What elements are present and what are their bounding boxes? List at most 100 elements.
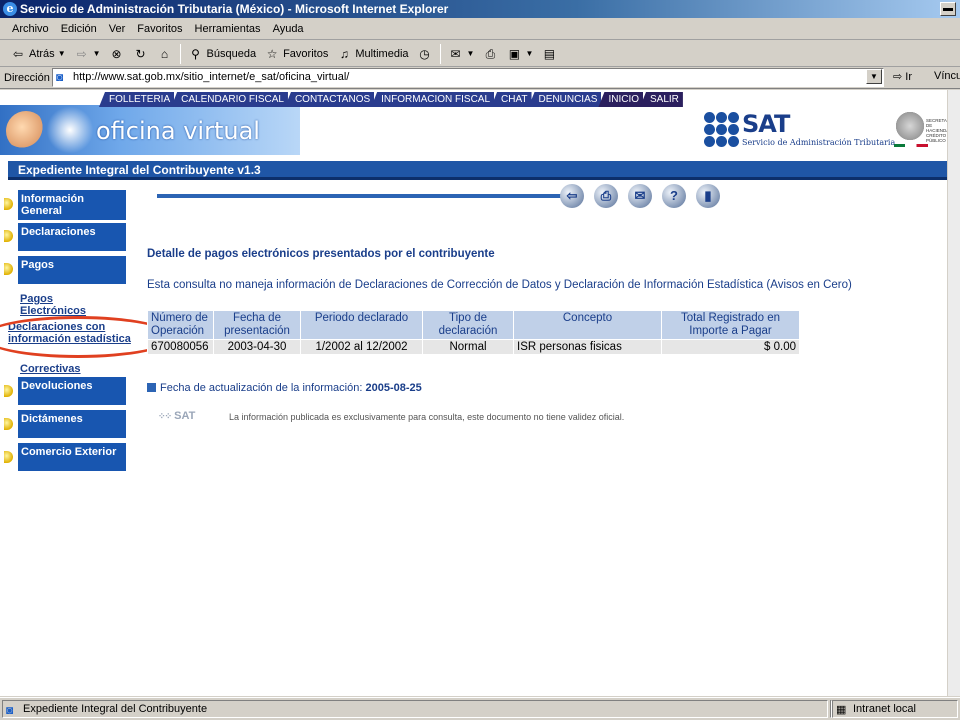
- edit-button[interactable]: ▣ ▼: [502, 46, 537, 62]
- mail-nav-icon[interactable]: ✉: [628, 184, 652, 208]
- page-icon: ◙: [56, 70, 64, 84]
- sat-logo-text: SAT: [742, 110, 790, 138]
- favorites-button[interactable]: ☆ Favoritos: [260, 46, 332, 62]
- table-row: 670080056 2003-04-30 1/2002 al 12/2002 N…: [147, 339, 800, 355]
- cell-tipo: Normal: [422, 339, 514, 355]
- menu-edicion[interactable]: Edición: [55, 23, 103, 35]
- col-tipo-declaracion: Tipo de declaración: [422, 310, 514, 340]
- back-arrow-icon: ⇦: [12, 46, 24, 61]
- link-pagos-electronicos[interactable]: Pagos Electrónicos: [20, 293, 86, 317]
- back-button[interactable]: ⇦ Atrás ▼: [6, 46, 70, 62]
- media-button[interactable]: ♫ Multimedia: [332, 46, 412, 62]
- go-arrow-icon: ⇨: [893, 71, 903, 83]
- home-button[interactable]: ⌂: [153, 46, 177, 62]
- close-button[interactable]: ▬: [940, 2, 956, 16]
- address-input[interactable]: ◙ http://www.sat.gob.mx/sitio_internet/e…: [52, 68, 884, 87]
- ministry-text: SECRETARÍA DE HACIENDA Y CRÉDITO PÚBLICO: [926, 118, 947, 143]
- intranet-icon: ▦: [836, 704, 847, 716]
- bullet-icon: [4, 418, 13, 430]
- col-periodo-declarado: Periodo declarado: [300, 310, 423, 340]
- expediente-header: Expediente Integral del Contribuyente v1…: [8, 161, 947, 180]
- print-button[interactable]: ⎙: [478, 46, 502, 62]
- nav-salir[interactable]: SALIR: [640, 92, 683, 107]
- discuss-icon: ▤: [543, 46, 556, 61]
- cell-fecha: 2003-04-30: [213, 339, 301, 355]
- menu-dictamenes[interactable]: Dictámenes: [18, 410, 126, 438]
- zone-text: Intranet local: [853, 703, 916, 715]
- go-button[interactable]: ⇨ Ir: [893, 70, 912, 83]
- small-sat-logo: ⁘⁘ SAT: [158, 410, 196, 422]
- links-label[interactable]: Víncu: [934, 70, 960, 82]
- menu-informacion-general[interactable]: Información General: [18, 190, 126, 220]
- nav-chat[interactable]: CHAT: [491, 92, 532, 107]
- table-header-row: Número de Operación Fecha de presentació…: [147, 310, 800, 340]
- vertical-scrollbar[interactable]: [947, 90, 960, 696]
- address-url: http://www.sat.gob.mx/sitio_internet/e_s…: [73, 71, 350, 83]
- shcp-seal: SECRETARÍA DE HACIENDA Y CRÉDITO PÚBLICO: [888, 104, 947, 154]
- cell-periodo: 1/2002 al 12/2002: [300, 339, 423, 355]
- back-nav-icon[interactable]: ⇦: [560, 184, 584, 208]
- menu-archivo[interactable]: Archivo: [6, 23, 55, 35]
- toolbar-separator: [439, 43, 441, 64]
- cell-numero-operacion: 670080056: [147, 339, 214, 355]
- col-total-importe: Total Registrado en Importe a Pagar: [661, 310, 800, 340]
- status-text: Expediente Integral del Contribuyente: [23, 703, 208, 715]
- page-icon: ◙: [6, 703, 14, 717]
- eagle-seal-icon: [892, 108, 928, 144]
- menu-favoritos[interactable]: Favoritos: [131, 23, 188, 35]
- disclaimer-text: La información publicada es exclusivamen…: [229, 412, 625, 422]
- menu-ayuda[interactable]: Ayuda: [267, 23, 310, 35]
- ie-icon: e: [3, 2, 17, 16]
- payments-table: Número de Operación Fecha de presentació…: [147, 310, 800, 355]
- nav-calendario-fiscal[interactable]: CALENDARIO FISCAL: [171, 92, 288, 107]
- stop-button[interactable]: ⊗: [105, 46, 129, 62]
- bullet-icon: [4, 263, 13, 275]
- sat-subtitle: Servicio de Administración Tributaria: [742, 138, 896, 147]
- menu-comercio-exterior[interactable]: Comercio Exterior: [18, 443, 126, 471]
- help-nav-icon[interactable]: ?: [662, 184, 686, 208]
- toolbar-separator: [179, 43, 181, 64]
- nav-contactanos[interactable]: CONTACTANOS: [284, 92, 375, 107]
- bullet-icon: [4, 198, 13, 210]
- print-icon: ⎙: [485, 46, 496, 61]
- col-numero-operacion: Número de Operación: [147, 310, 214, 340]
- nav-informacion-fiscal[interactable]: INFORMACION FISCAL: [371, 92, 495, 107]
- page-heading: Detalle de pagos electrónicos presentado…: [147, 248, 495, 260]
- menu-ver[interactable]: Ver: [103, 23, 132, 35]
- web-page: oficina virtual FOLLETERIA CALENDARIO FI…: [0, 90, 947, 696]
- menu-pagos[interactable]: Pagos: [18, 256, 126, 284]
- discuss-button[interactable]: ▤: [537, 46, 561, 62]
- update-date: 2005-08-25: [365, 382, 422, 394]
- square-bullet-icon: [147, 383, 156, 392]
- toolbar: ⇦ Atrás ▼ ⇨ ▼ ⊗ ↻ ⌂ ⚲ Búsqueda ☆ Favoritos ♫ M…: [0, 41, 960, 67]
- sat-logo: SAT Servicio de Administración Tributari…: [704, 110, 895, 154]
- bullet-icon: [4, 385, 13, 397]
- home-icon: ⌂: [160, 46, 169, 61]
- nav-folleteria[interactable]: FOLLETERIA: [99, 92, 175, 107]
- forward-arrow-icon: ⇨: [76, 46, 87, 61]
- mail-icon: ✉: [450, 46, 461, 61]
- link-correctivas[interactable]: Correctivas: [20, 363, 81, 375]
- nav-denuncias[interactable]: DENUNCIAS: [528, 92, 602, 107]
- print-nav-icon[interactable]: ⎙: [594, 184, 618, 208]
- mail-button[interactable]: ✉ ▼: [444, 46, 479, 62]
- menu-bar: Archivo Edición Ver Favoritos Herramient…: [0, 18, 960, 40]
- history-button[interactable]: ◷: [413, 46, 437, 62]
- search-button[interactable]: ⚲ Búsqueda: [184, 46, 261, 62]
- refresh-button[interactable]: ↻: [129, 46, 153, 62]
- menu-herramientas[interactable]: Herramientas: [189, 23, 267, 35]
- refresh-icon: ↻: [135, 46, 146, 61]
- divider-bar: [157, 194, 577, 198]
- address-label: Dirección: [4, 71, 50, 84]
- forward-button[interactable]: ⇨ ▼: [70, 46, 105, 62]
- menu-devoluciones[interactable]: Devoluciones: [18, 377, 126, 405]
- oficina-virtual-banner: oficina virtual: [0, 105, 300, 155]
- cell-concepto: ISR personas fisicas: [513, 339, 662, 355]
- status-text-pane: ◙ Expediente Integral del Contribuyente: [2, 700, 828, 718]
- nav-inicio[interactable]: INICIO: [598, 92, 643, 107]
- search-icon: ⚲: [191, 46, 200, 61]
- col-fecha-presentacion: Fecha de presentación: [213, 310, 301, 340]
- exit-door-icon[interactable]: ▮: [696, 184, 720, 208]
- menu-declaraciones[interactable]: Declaraciones: [18, 223, 126, 251]
- address-dropdown-button[interactable]: ▼: [866, 69, 882, 84]
